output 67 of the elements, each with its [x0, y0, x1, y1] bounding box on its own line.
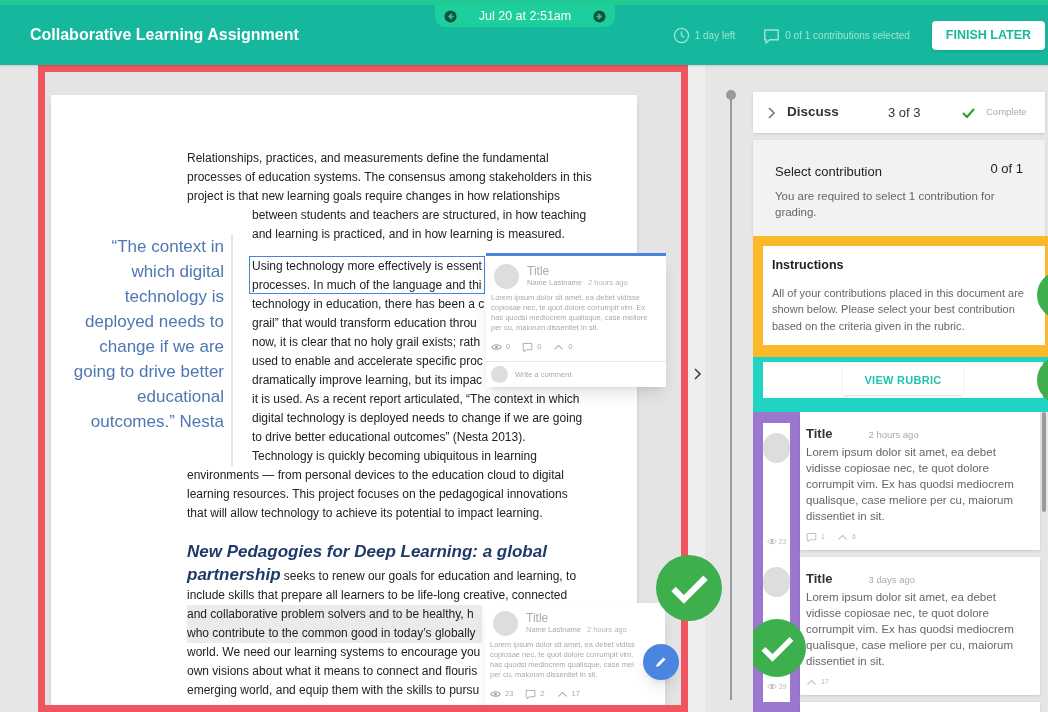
timestamp: 2 hours ago	[868, 428, 919, 442]
instructions-text: All of your contributions placed in this document are shown below. Please select your best contribution based on the criteria given in the rubric.	[772, 285, 1025, 334]
avatar	[763, 433, 790, 463]
text-line: world. We need our learning systems to encourage you	[187, 644, 481, 661]
text-line: Technology is quickly becoming ubiquitous in learning	[252, 448, 537, 465]
finish-later-button[interactable]: FINISH LATER	[931, 20, 1045, 50]
chevron-right-icon	[767, 106, 775, 119]
timestamp: 3 days ago	[868, 573, 915, 587]
text-line: technology in education, there has been a c	[252, 296, 485, 313]
edit-button[interactable]	[643, 644, 679, 680]
contributions-status: 0 of 1 contributions selected	[785, 28, 910, 43]
comment-icon	[806, 531, 817, 542]
card-title: Title	[527, 264, 551, 278]
text-line: that will allow technology to achieve its potential to impact learning.	[187, 505, 543, 522]
text-line: include skills that prepare all learners to be life-long creative, connected	[187, 587, 568, 604]
text-line: dramatically improve learning, but its impac	[252, 372, 483, 389]
text-line: environments — from personal devices to the education cloud to digital	[187, 467, 564, 484]
step-status: Complete	[986, 105, 1027, 120]
text-line: processes of education systems. The consensus among stakeholders in this	[187, 169, 592, 186]
step-title: Discuss	[787, 103, 840, 122]
card-title: Title	[526, 611, 550, 625]
description: You are required to select 1 contribution for grading.	[775, 188, 996, 220]
text-line: Relationships, practices, and measurements define the fundamental	[187, 150, 549, 167]
section-title: Select contribution	[775, 163, 882, 181]
avatar	[763, 567, 790, 597]
card-title: Title	[806, 425, 833, 443]
avatar	[491, 366, 508, 383]
text-line: to drive better educational outcomes” (Nesta 2013).	[252, 429, 526, 446]
clock-icon	[672, 26, 690, 44]
text-line: processes. In much of the language and thi	[252, 277, 482, 294]
section-heading: New Pedagogies for Deep Learning: a global	[187, 541, 549, 563]
pencil-icon	[654, 655, 668, 669]
text-line: emerging world, and equip them with the skills to pursu	[187, 682, 480, 699]
date-label: Jul 20 at 2:51am	[478, 7, 572, 25]
text-line: project is that new learning goals require changes in how relationships	[187, 188, 560, 205]
text-line: Using technology more effectively is essent	[252, 258, 482, 275]
text-line: between students and teachers are structured, in how teaching	[252, 207, 587, 224]
section-heading: partnership	[187, 565, 281, 584]
eye-icon	[491, 341, 502, 352]
text-line: seeks to renew our goals for education and learning, to	[282, 568, 577, 585]
comment-icon	[763, 26, 781, 44]
text-line: and learning is practiced, and in how learning is measured.	[252, 226, 565, 243]
text-line: learning resources. This project focuses on the pedagogical innovations	[187, 486, 568, 503]
text-line: digital technology is deployed needs to change if we are going	[252, 410, 583, 427]
chevron-right-icon	[692, 367, 701, 380]
eye-icon	[490, 688, 501, 699]
text-line: grail” that would transform education throu	[252, 315, 477, 332]
text-line: now, it is clear that no holy grail exists; rath	[252, 334, 481, 351]
comment-icon	[525, 688, 537, 699]
view-rubric-button[interactable]: VIEW RUBRIC	[843, 365, 963, 395]
text-line: own visions about what it means to connect and flouris	[187, 663, 478, 680]
text-line: used to enable and accelerate specific proc	[252, 353, 483, 370]
eye-icon	[766, 537, 777, 547]
avatar	[493, 611, 518, 636]
card-text: Lorem ipsum dolor sit amet, ea debet vidisse copiosae nec, te quot dolore corrumpit vim. Ex has quodsi mediocrem qualisque, case meliore per cu, maiorum dissentiet in sit.	[806, 589, 1015, 669]
pull-quote: “The context in which digital technology is deployed needs to change if we are going to drive better educational outcomes.” Nesta	[73, 234, 233, 466]
time-left-label: 1 day left	[694, 28, 736, 43]
comment-icon	[522, 341, 534, 352]
instructions-title: Instructions	[772, 257, 845, 274]
text-line: it is used. As a recent report articulated, “The context in which	[252, 391, 580, 408]
scrollbar-thumb[interactable]	[1042, 412, 1046, 512]
card-title: Title	[806, 570, 833, 588]
eye-icon	[766, 682, 777, 692]
card-text: Lorem ipsum dolor sit amet, ea debet vidisse copiosae nec, te quot dolore corrumpit vim. Ex has quodsi mediocrem qualisque, case meliore per cu, maiorum dissentiet in sit.	[806, 444, 1015, 524]
selection-count: 0 of 1	[990, 160, 1023, 178]
avatar	[494, 264, 519, 289]
app-title: Collaborative Learning Assignment	[30, 25, 299, 45]
